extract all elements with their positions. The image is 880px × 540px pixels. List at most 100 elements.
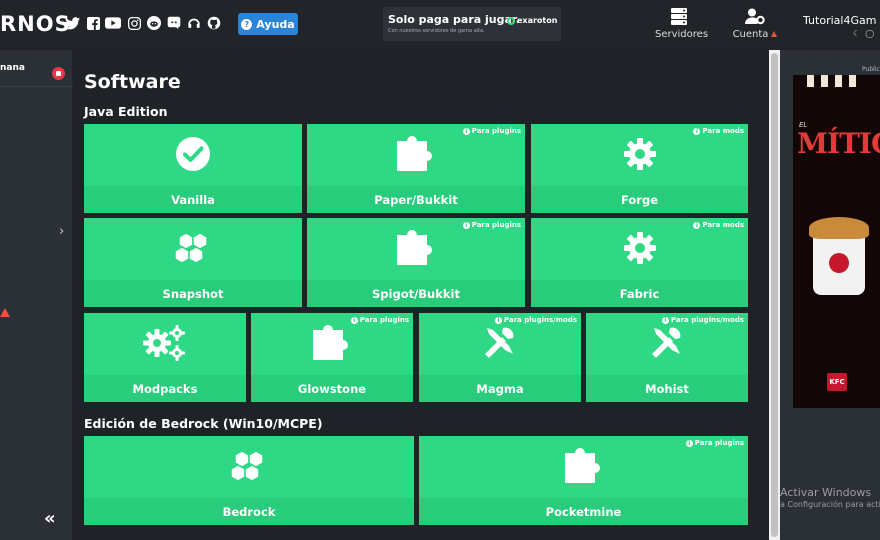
info-icon: i	[350, 316, 358, 324]
tile-tag-label: Para plugins/mods	[503, 316, 577, 324]
software-tile-snapshot[interactable]: Snapshot	[84, 218, 302, 307]
check-circle-icon	[84, 134, 302, 174]
info-icon: i	[685, 439, 693, 447]
tile-tag: i Para mods	[693, 221, 744, 229]
tile-tag-label: Para plugins/mods	[670, 316, 744, 324]
youtube-icon[interactable]	[105, 15, 121, 31]
reddit-icon[interactable]	[146, 15, 162, 31]
user-gear-icon	[745, 8, 765, 25]
user-name[interactable]: Tutorial4Gam	[803, 14, 876, 27]
tile-tag-label: Para mods	[702, 127, 744, 135]
tile-label: Forge	[531, 186, 748, 213]
page-title: Software	[84, 71, 181, 93]
globe-icon[interactable]: ◯	[865, 29, 874, 38]
puzzle-icon	[307, 228, 525, 268]
tile-label: Bedrock	[84, 498, 414, 525]
teamspeak-icon[interactable]	[186, 15, 202, 31]
windows-activation-title: Activar Windows	[780, 486, 872, 499]
tile-label: Glowstone	[251, 375, 413, 402]
cubes-icon	[84, 228, 302, 268]
main-content: Software Java Edition Vanilla i Para plugi…	[73, 50, 769, 540]
java-heading: Java Edition	[84, 104, 168, 119]
tile-tag-label: Para plugins	[694, 439, 744, 447]
servers-icon	[671, 8, 687, 25]
ad-brand-label: exaroton	[517, 16, 558, 25]
page-scrollbar[interactable]	[769, 50, 780, 540]
ad-label: Public	[862, 66, 880, 73]
tile-tag: i Para mods	[693, 127, 744, 135]
tile-label: Paper/Bukkit	[307, 186, 525, 213]
tile-tag: i Para plugins	[462, 221, 521, 229]
nav-servers-label: Servidores	[655, 29, 709, 40]
moon-icon[interactable]: ☾	[853, 29, 860, 38]
info-icon: i	[661, 316, 669, 324]
warning-icon	[0, 308, 10, 317]
stop-badge-icon	[52, 67, 65, 80]
ad-subtitle: Con nuestros servidores de gama alta.	[388, 28, 485, 34]
tile-tag: i Para plugins/mods	[661, 316, 744, 324]
tile-tag: i Para plugins	[350, 316, 409, 324]
sidebar-item-server[interactable]: nana	[0, 55, 73, 87]
tile-label: Mohist	[586, 375, 748, 402]
twitter-icon[interactable]	[64, 15, 80, 31]
nav-account[interactable]: Cuenta	[731, 8, 779, 40]
nav-servers[interactable]: Servidores	[655, 8, 708, 40]
help-button[interactable]: ? Ayuda	[238, 13, 298, 35]
sidebar-item-label: nana	[0, 63, 25, 73]
info-icon: i	[693, 127, 701, 135]
tile-label: Vanilla	[84, 186, 302, 213]
instagram-icon[interactable]	[126, 15, 142, 31]
stripes-decoration	[807, 75, 877, 87]
tile-label: Modpacks	[84, 375, 246, 402]
account-warning-icon	[771, 31, 778, 37]
tile-tag-label: Para mods	[702, 221, 744, 229]
tile-tag-label: Para plugins	[471, 127, 521, 135]
github-icon[interactable]	[206, 15, 222, 31]
ad-title: Solo paga para jugar.	[388, 13, 520, 26]
software-tile-paper-bukkit[interactable]: i Para plugins Paper/Bukkit	[307, 124, 525, 213]
nav-account-label: Cuenta	[732, 29, 769, 40]
chevron-right-icon[interactable]: ›	[59, 224, 64, 239]
software-tile-glowstone[interactable]: i Para plugins Glowstone	[251, 313, 413, 402]
windows-activation-subtitle: a Configuración para acti	[780, 500, 880, 509]
software-tile-bedrock[interactable]: Bedrock	[84, 436, 414, 525]
software-tile-modpacks[interactable]: Modpacks	[84, 313, 246, 402]
tile-label: Pocketmine	[419, 498, 748, 525]
gears-icon	[84, 323, 246, 363]
site-logo[interactable]: RNOS	[0, 12, 71, 36]
software-tile-spigot-bukkit[interactable]: i Para plugins Spigot/Bukkit	[307, 218, 525, 307]
software-tile-pocketmine[interactable]: i Para plugins Pocketmine	[419, 436, 748, 525]
tile-tag: i Para plugins	[462, 127, 521, 135]
tools-icon	[419, 323, 581, 363]
cubes-icon	[84, 446, 414, 486]
software-tile-mohist[interactable]: i Para plugins/mods Mohist	[586, 313, 748, 402]
tile-tag-label: Para plugins	[471, 221, 521, 229]
question-icon: ?	[241, 18, 253, 30]
info-icon: i	[462, 127, 470, 135]
side-banner-ad[interactable]: EL MÍTICO KFC	[793, 75, 880, 408]
facebook-icon[interactable]	[85, 15, 101, 31]
scrollbar-thumb[interactable]	[771, 53, 778, 537]
gear-icon	[531, 134, 748, 174]
top-banner-ad[interactable]: Solo paga para jugar. Con nuestros servi…	[383, 7, 561, 41]
tile-label: Spigot/Bukkit	[307, 280, 525, 307]
gear-icon	[531, 228, 748, 268]
software-tile-fabric[interactable]: i Para mods Fabric	[531, 218, 748, 307]
info-icon: i	[494, 316, 502, 324]
tile-tag: i Para plugins/mods	[494, 316, 577, 324]
kfc-logo: KFC	[827, 373, 847, 391]
puzzle-icon	[307, 134, 525, 174]
discord-icon[interactable]	[166, 15, 182, 31]
help-button-label: Ayuda	[256, 17, 295, 31]
software-tile-forge[interactable]: i Para mods Forge	[531, 124, 748, 213]
software-tile-magma[interactable]: i Para plugins/mods Magma	[419, 313, 581, 402]
user-status-icons[interactable]: ☾ ◯	[853, 29, 874, 38]
software-tile-vanilla[interactable]: Vanilla	[84, 124, 302, 213]
left-sidebar: nana › «	[0, 50, 73, 540]
info-icon: i	[693, 221, 701, 229]
collapse-sidebar-icon[interactable]: «	[44, 508, 56, 529]
exaroton-logo-icon	[507, 16, 515, 25]
tile-label: Fabric	[531, 280, 748, 307]
ad-text-mitico: MÍTICO	[797, 127, 880, 160]
right-panel: Public EL MÍTICO KFC Activar Windows a C…	[780, 50, 880, 540]
